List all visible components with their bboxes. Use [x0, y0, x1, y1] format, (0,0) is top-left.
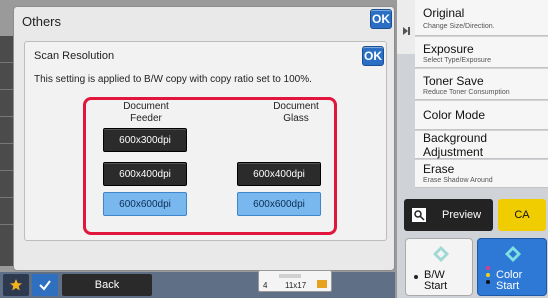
check-icon: [39, 280, 51, 291]
feeder-600x400-button[interactable]: 600x400dpi: [103, 162, 187, 186]
menu-erase[interactable]: Erase Erase Shadow Around: [415, 160, 548, 188]
dialog-ok-button[interactable]: OK: [362, 46, 384, 66]
favorite-button[interactable]: [3, 274, 29, 296]
dialog-description: This setting is applied to B/W copy with…: [34, 74, 312, 85]
play-arrow-icon: [403, 27, 410, 35]
bw-start-button[interactable]: B/W Start: [405, 238, 473, 296]
feeder-600x600-button[interactable]: 600x600dpi: [103, 192, 187, 216]
clear-all-button[interactable]: CA: [498, 199, 546, 231]
menu-toner-save[interactable]: Toner Save Reduce Toner Consumption: [415, 69, 548, 100]
star-icon: [10, 279, 22, 291]
document-feeder-header: Document Feeder: [123, 101, 169, 124]
menu-exposure[interactable]: Exposure Select Type/Exposure: [415, 37, 548, 68]
document-glass-header: Document Glass: [273, 101, 319, 124]
bw-start-label: B/W Start: [424, 269, 448, 292]
menu-background-adjustment[interactable]: Background Adjustment: [415, 131, 548, 159]
color-start-diamond-icon: [505, 246, 521, 262]
scan-resolution-dialog: Scan Resolution OK This setting is appli…: [24, 41, 387, 241]
paper-level-icon: [317, 280, 327, 288]
glass-600x600-button[interactable]: 600x600dpi: [237, 192, 321, 216]
paper-size-label: 11x17: [285, 281, 307, 290]
bw-start-diamond-icon: [433, 246, 449, 262]
magnifier-icon: [412, 208, 426, 222]
bottom-bar: Back: [0, 272, 395, 298]
preview-label: Preview: [442, 209, 482, 221]
left-side-strip: [0, 36, 14, 266]
color-start-button[interactable]: Color Start: [477, 238, 547, 296]
glass-600x400-button[interactable]: 600x400dpi: [237, 162, 321, 186]
dialog-title: Scan Resolution: [34, 50, 115, 62]
back-button[interactable]: Back: [62, 274, 152, 296]
paper-tray-bar: [279, 274, 301, 278]
paper-tray-indicator[interactable]: 4 11x17: [258, 270, 332, 292]
menu-original[interactable]: Original Change Size/Direction.: [415, 0, 548, 36]
paper-tray-number: 4: [263, 281, 268, 290]
others-ok-button[interactable]: OK: [370, 9, 392, 29]
menu-color-mode[interactable]: Color Mode: [415, 101, 548, 130]
expand-arrow[interactable]: [397, 0, 415, 54]
preview-button[interactable]: Preview: [404, 199, 493, 231]
feeder-600x300-button[interactable]: 600x300dpi: [103, 128, 187, 152]
color-start-label: Color Start: [496, 269, 523, 292]
confirm-button[interactable]: [32, 274, 58, 296]
others-title: Others: [22, 14, 62, 29]
